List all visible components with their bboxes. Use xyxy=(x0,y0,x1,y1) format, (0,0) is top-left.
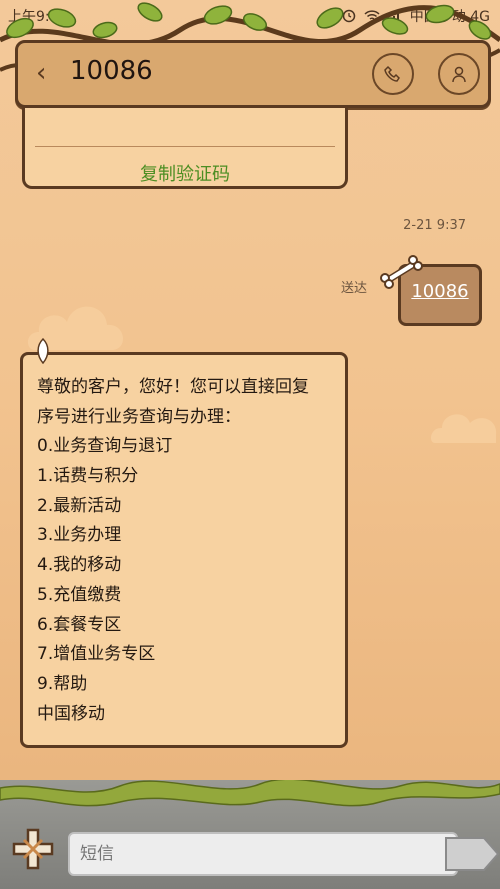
message-line: 2.最新活动 xyxy=(37,495,122,516)
copy-code-button[interactable]: 复制验证码 xyxy=(25,160,345,186)
phone-icon xyxy=(384,65,400,82)
message-line: 尊敬的客户，您好！您可以直接回复 xyxy=(37,377,309,397)
feather-decoration xyxy=(37,338,49,364)
delivery-status: 送达 xyxy=(341,281,368,296)
chevron-left-icon[interactable]: ‹ xyxy=(36,60,56,86)
person-icon xyxy=(452,66,466,83)
message-line: 6.套餐专区 xyxy=(37,614,122,635)
contact-info-button[interactable] xyxy=(438,53,480,95)
previous-message-card: 复制验证码 xyxy=(22,108,348,189)
status-time: 上午9:37 xyxy=(8,9,68,25)
message-line: 1.话费与积分 xyxy=(37,466,139,487)
wifi-icon xyxy=(364,10,380,23)
moss-decoration xyxy=(0,780,500,807)
message-timestamp: 2-21 9:37 xyxy=(403,218,466,233)
cloud-decoration xyxy=(430,414,497,443)
carrier-label: 中国移动 4G xyxy=(409,9,490,25)
message-line: 4.我的移动 xyxy=(37,555,122,576)
call-button[interactable] xyxy=(372,53,414,95)
contact-title: 10086 xyxy=(70,56,153,86)
message-line: 7.增值业务专区 xyxy=(37,644,156,665)
signal-icon xyxy=(388,13,399,22)
received-message-bubble[interactable]: 尊敬的客户，您好！您可以直接回复 序号进行业务查询与办理： 0.业务查询与退订 … xyxy=(20,352,348,748)
message-line: 9.帮助 xyxy=(37,673,88,694)
status-right: 中国移动 4G xyxy=(342,6,490,26)
message-input[interactable] xyxy=(68,832,458,876)
message-line: 5.充值缴费 xyxy=(37,584,122,605)
message-line: 3.业务办理 xyxy=(37,525,122,546)
conversation-header: ‹ 10086 xyxy=(15,40,491,108)
message-line: 序号进行业务查询与办理： xyxy=(37,406,241,427)
send-button[interactable] xyxy=(440,830,500,878)
bone-decoration xyxy=(380,255,423,289)
message-line: 0.业务查询与退订 xyxy=(37,436,173,457)
plus-icon xyxy=(12,828,54,870)
received-message-text[interactable]: 尊敬的客户，您好！您可以直接回复 序号进行业务查询与办理： 0.业务查询与退订 … xyxy=(37,373,309,729)
message-line: 中国移动 xyxy=(37,703,105,724)
send-icon xyxy=(445,837,500,871)
alarm-icon xyxy=(342,9,356,23)
attach-button[interactable] xyxy=(10,826,56,872)
card-divider xyxy=(35,146,335,147)
status-bar: 上午9:37 中国移动 4G xyxy=(0,0,500,30)
